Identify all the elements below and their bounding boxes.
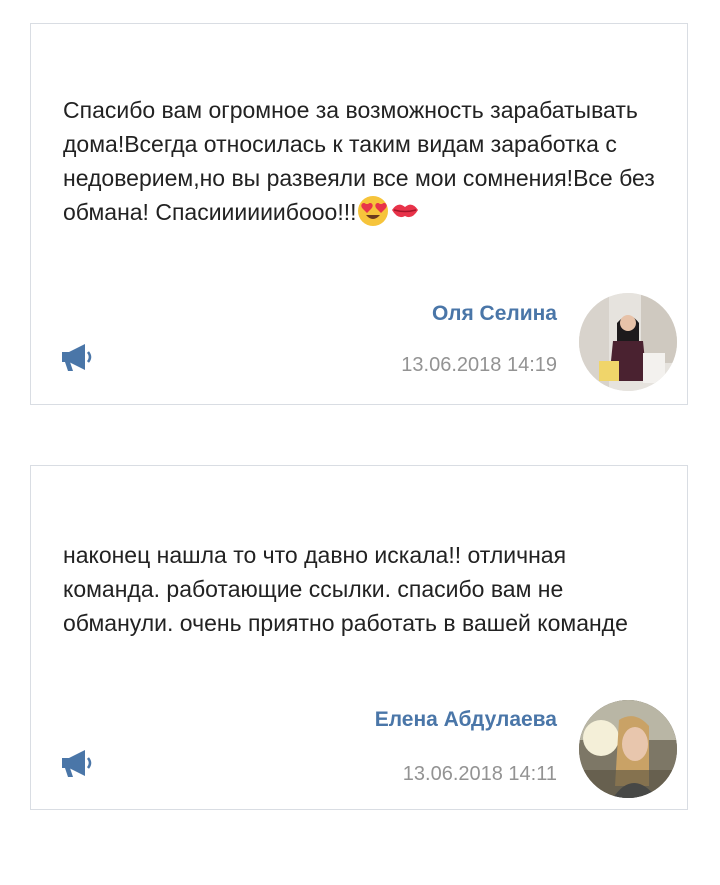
review-text: Спасибо вам огромное за возможность зара… xyxy=(63,93,663,229)
avatar-photo xyxy=(579,700,677,798)
author-name[interactable]: Оля Селина xyxy=(432,302,557,326)
kiss-mark-emoji xyxy=(391,204,418,218)
avatar[interactable] xyxy=(579,293,677,391)
review-date: 13.06.2018 14:11 xyxy=(402,763,557,785)
avatar-photo xyxy=(579,293,677,391)
review-date: 13.06.2018 14:19 xyxy=(401,354,557,376)
heart-eyes-emoji xyxy=(357,195,388,226)
review-card: Спасибо вам огромное за возможность зара… xyxy=(30,23,688,405)
review-card: наконец нашла то что давно искала!! отли… xyxy=(30,465,688,810)
megaphone-icon[interactable] xyxy=(59,748,93,778)
author-name[interactable]: Елена Абдулаева xyxy=(375,708,557,732)
megaphone-icon[interactable] xyxy=(59,342,93,372)
avatar[interactable] xyxy=(579,700,677,798)
review-text: наконец нашла то что давно искала!! отли… xyxy=(63,542,628,636)
